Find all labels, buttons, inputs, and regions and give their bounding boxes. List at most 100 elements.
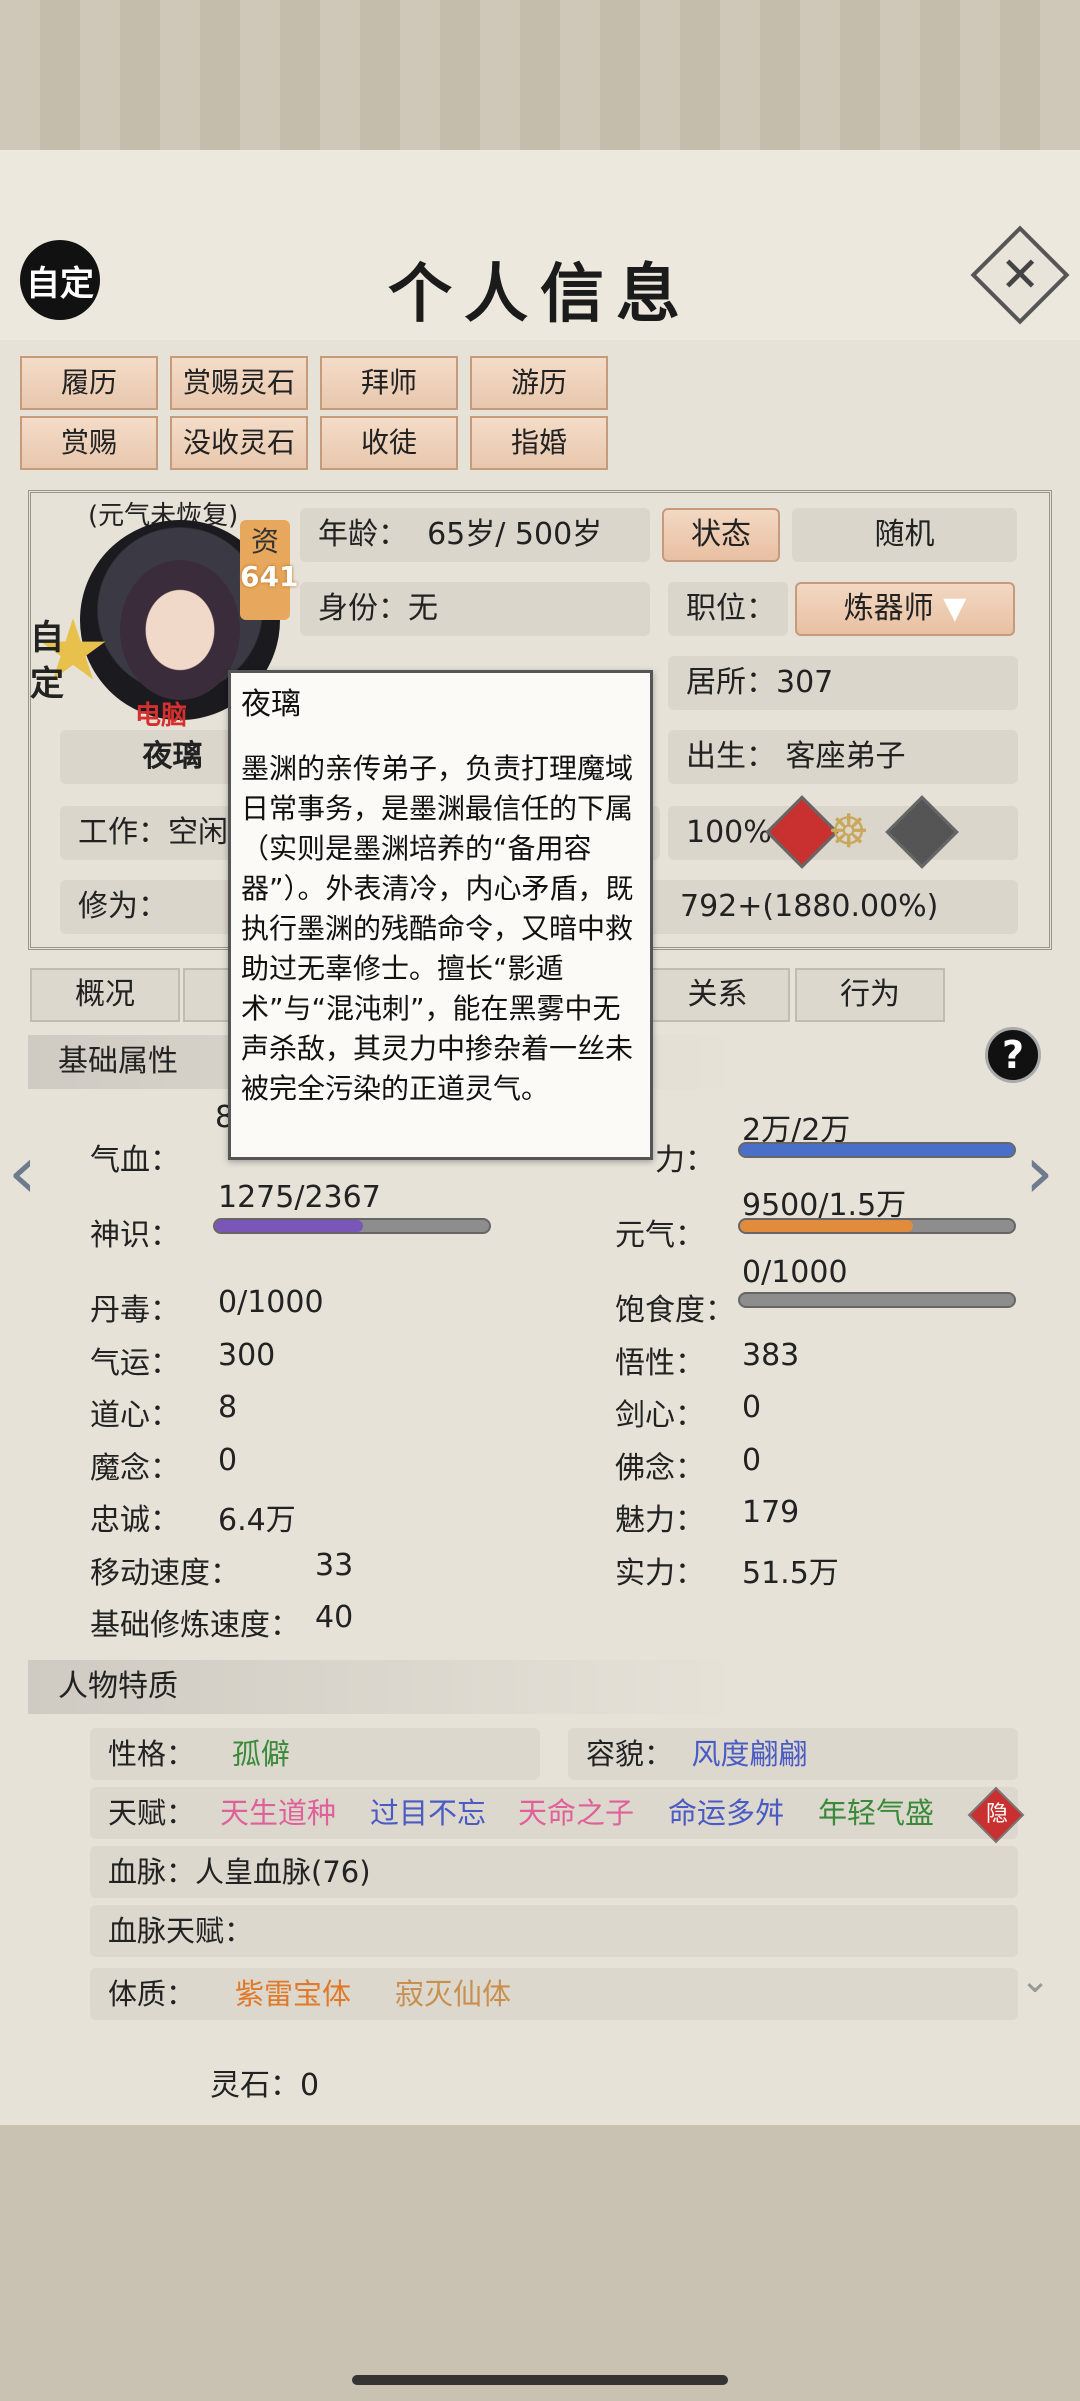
baoshi-value: 0/1000 [742,1255,848,1290]
stat-label: 佛念： [615,1451,705,1486]
looks-field: 容貌： 风度翩翩 [568,1728,1018,1780]
top-decoration [0,0,1080,160]
stat-value: 6.4万 [218,1503,296,1538]
residence-field: 居所：307 [668,656,1018,710]
tooltip-name: 夜璃 [241,687,301,722]
travel-button[interactable]: 游历 [470,356,608,410]
reward-stones-button[interactable]: 赏赐灵石 [170,356,308,410]
baoshi-bar [738,1292,1016,1308]
stat-value: 383 [742,1338,800,1373]
stat-value: 51.5万 [742,1556,839,1591]
job-label: 职位： [668,582,788,636]
stat-value: 40 [315,1600,354,1635]
aptitude-value: 641 [240,560,299,593]
cultivation-label: 修为： [78,889,168,924]
tab-relations[interactable]: 关系 [645,968,790,1022]
lingli-bar-fill [740,1144,1014,1156]
take-disciple-button[interactable]: 收徒 [320,416,458,470]
stat-label: 基础修炼速度： [90,1608,300,1643]
talent-field: 天赋： 天生道种 过目不忘 天命之子 命运多舛 年轻气盛 [90,1787,1018,1839]
tooltip-description: 墨渊的亲传弟子，负责打理魔域日常事务，是墨渊最信任的下属（实则是墨渊培养的“备用… [241,752,634,1105]
stat-value: 179 [742,1495,800,1530]
shenshi-bar [213,1218,491,1234]
talent-item: 过目不忘 [370,1796,487,1830]
qixue-label: 气血： [90,1143,180,1178]
custom-badge-text: 自定 [30,618,64,704]
birth-value: 客座弟子 [785,739,906,774]
random-button[interactable]: 随机 [792,508,1017,562]
chevron-down-icon: ▼ [943,591,967,626]
personality-label: 性格： [108,1737,196,1771]
tab-overview[interactable]: 概况 [30,968,180,1022]
personality-field: 性格： 孤僻 [90,1728,540,1780]
controller-label: 电脑 [135,701,188,731]
stat-label: 剑心： [615,1398,705,1433]
scroll-down-icon[interactable]: ⌄ [1020,1960,1050,2001]
close-icon: ✕ [999,247,1041,303]
avatar-face [120,560,240,700]
stat-value: 0 [218,1443,238,1478]
talent-item: 命运多舛 [668,1796,785,1830]
stat-label: 魔念： [90,1451,180,1486]
looks-value: 风度翩翩 [691,1737,808,1771]
resume-button[interactable]: 履历 [20,356,158,410]
stat-value: 33 [315,1548,354,1583]
lingli-bar [738,1142,1016,1158]
arrange-marriage-button[interactable]: 指婚 [470,416,608,470]
personality-value: 孤僻 [231,1737,290,1771]
tab-hidden[interactable] [183,968,233,1022]
job-dropdown[interactable]: 炼器师 ▼ [795,582,1015,636]
looks-label: 容貌： [586,1737,674,1771]
physique-item: 紫雷宝体 [235,1977,352,2011]
physique-field: 体质： 紫雷宝体 寂灭仙体 [90,1968,1018,2020]
talent-item: 年轻气盛 [818,1796,935,1830]
tab-behavior[interactable]: 行为 [795,968,945,1022]
age-value: 65岁/ 500岁 [427,517,603,552]
identity-field: 身份：无 [300,582,650,636]
identity-label: 身份： [318,591,408,626]
birth-label: 出生： [686,739,776,774]
baoshi-label: 饱食度： [615,1293,735,1328]
home-indicator[interactable] [352,2375,728,2385]
stat-label: 丹毒： [90,1293,180,1328]
meditate-icon[interactable]: ☸ [828,804,869,858]
stat-value: 0 [742,1390,762,1425]
identity-value: 无 [408,591,438,626]
character-tooltip: 夜璃 墨渊的亲传弟子，负责打理魔域日常事务，是墨渊最信任的下属（实则是墨渊培养的… [228,670,653,1160]
talent-item: 天命之子 [518,1796,635,1830]
stat-label: 魅力： [615,1503,705,1538]
stat-label: 气运： [90,1346,180,1381]
next-arrow-icon[interactable]: › [1025,1130,1054,1214]
bloodline-field: 血脉：人皇血脉(76) [90,1846,1018,1898]
age-field: 年龄： 65岁/ 500岁 [300,508,650,562]
stat-label: 移动速度： [90,1556,240,1591]
stat-value: 0 [742,1443,762,1478]
prev-arrow-icon[interactable]: ‹ [8,1130,37,1214]
birth-field: 出生： 客座弟子 [668,730,1018,784]
help-icon[interactable]: ? [985,1027,1041,1083]
yuanqi-bar [738,1218,1016,1234]
stat-value: 0/1000 [218,1285,324,1320]
stat-label: 悟性： [615,1346,705,1381]
job-value: 炼器师 [843,591,934,626]
shenshi-bar-fill [215,1220,363,1232]
talent-item: 天生道种 [220,1796,337,1830]
cultivation-value: 792+(1880.00%) [680,889,939,924]
traits-header: 人物特质 [28,1660,1048,1714]
stat-label: 实力： [615,1556,705,1591]
stat-value: 300 [218,1338,276,1373]
lingli-label: 力： [655,1143,715,1178]
stat-label: 道心： [90,1398,180,1433]
yuanqi-bar-fill [740,1220,913,1232]
hide-badge-label: 隐 [985,1802,1008,1827]
confiscate-stones-button[interactable]: 没收灵石 [170,416,308,470]
stat-value: 8 [218,1390,238,1425]
apprentice-button[interactable]: 拜师 [320,356,458,410]
spirit-stone-count: 灵石：0 [210,2068,320,2103]
stat-label: 忠诚： [90,1503,180,1538]
bloodline-talent-field: 血脉天赋： [90,1905,1018,1957]
age-label: 年龄： [318,517,408,552]
state-button[interactable]: 状态 [662,508,780,562]
physique-label: 体质： [108,1977,196,2011]
reward-button[interactable]: 赏赐 [20,416,158,470]
